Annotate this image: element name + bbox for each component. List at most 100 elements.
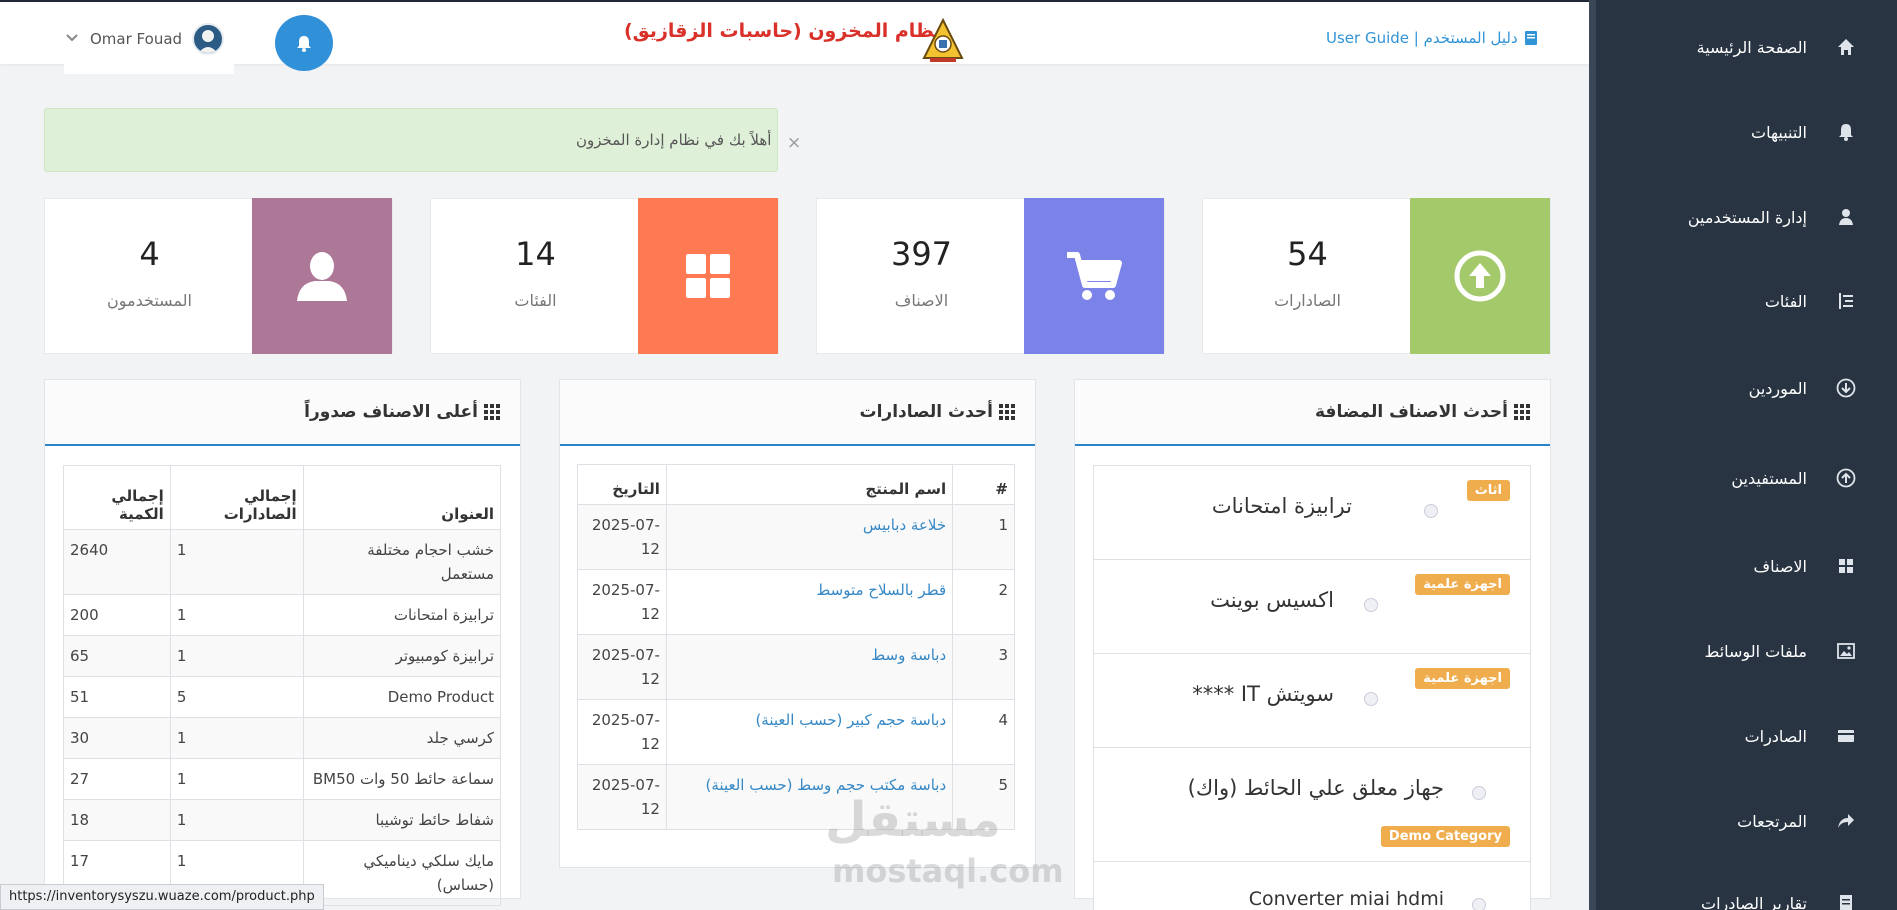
table-row: شفاط حائط توشيبا 1 18 (63, 799, 502, 841)
sidebar-item-label: الفئات (1764, 291, 1807, 311)
panel-title: أعلى الاصناف صدوراً (304, 402, 478, 422)
chevron-down-icon (64, 31, 80, 47)
table-row: Demo Product 5 51 (63, 676, 502, 718)
panel-title: أحدث الصادارات (859, 402, 994, 422)
stat-card-exports[interactable]: 54 الصادارات (1202, 198, 1551, 354)
item-name: اكسيس بوينت (1210, 588, 1334, 612)
image-icon (1424, 504, 1438, 518)
table-cell: 1 (169, 717, 304, 759)
list-indent-icon (1835, 290, 1857, 312)
image-icon (1364, 692, 1378, 706)
stat-label: المستخدمون (107, 291, 192, 310)
user-icon (297, 252, 347, 301)
item-name: جهاز معلق علي الحائط (واك) (1187, 776, 1444, 800)
list-item[interactable]: اجهزة علمية اكسيس بوينت (1093, 559, 1531, 654)
panel-header: أحدث الاصناف المضافة (1075, 380, 1550, 446)
close-icon[interactable]: × (787, 133, 801, 153)
sidebar-item-exports[interactable]: الصادرات (1596, 701, 1897, 771)
table-row: خشب احجام مختلفة مستعمل 1 2640 (63, 529, 502, 595)
watermark-logo: مستقل (825, 792, 1001, 848)
column-header: إجمالي الكمية (63, 465, 171, 530)
column-header: إجمالي الصادارات (169, 465, 304, 530)
arrow-up-circle-icon (1835, 467, 1857, 489)
alert-message: أهلاً بك في نظام إدارة المخزون (576, 131, 772, 149)
list-item[interactable]: اثاث ترابيزة امتحانات (1093, 465, 1531, 560)
table-cell: 2640 (63, 529, 171, 595)
table-cell: 1 (169, 594, 304, 636)
stat-icon-box (638, 198, 778, 354)
notifications-button[interactable] (275, 15, 333, 71)
table-row: سماعة حائط 50 وات BM50 1 27 (63, 758, 502, 800)
table-cell: 2025-07-12 (577, 504, 667, 570)
table-cell: 3 (952, 634, 1015, 700)
product-link[interactable]: خلاعة دبابيس (665, 504, 954, 570)
table-cell: 1 (169, 758, 304, 800)
sidebar-item-home[interactable]: الصفحة الرئيسية (1596, 12, 1897, 82)
sidebar-item-products[interactable]: الاصناف (1596, 531, 1897, 601)
stat-value: 4 (139, 235, 160, 273)
user-guide-link[interactable]: User Guide | دليل المستخدم (1326, 29, 1538, 47)
cart-icon (1067, 252, 1122, 300)
table-cell: 2025-07-12 (577, 634, 667, 700)
image-icon (1835, 640, 1857, 662)
user-menu[interactable]: Omar Fouad (64, 4, 234, 74)
sidebar-item-media[interactable]: ملفات الوسائط (1596, 616, 1897, 686)
stat-card-items[interactable]: 397 الاصناف (816, 198, 1165, 354)
product-link[interactable]: دباسة وسط (665, 634, 954, 700)
bell-icon (1835, 121, 1857, 143)
table-cell: 5 (169, 676, 304, 718)
table-cell: 2 (952, 569, 1015, 635)
table-cell: 30 (63, 717, 171, 759)
stat-card-categories[interactable]: 14 الفئات (430, 198, 779, 354)
table-cell: Demo Product (302, 676, 502, 718)
th-icon (1514, 404, 1530, 420)
list-item[interactable]: اجهزة علمية سويتش IT **** (1093, 653, 1531, 748)
table-row: كرسي جلد 1 30 (63, 717, 502, 759)
sidebar-item-label: ملفات الوسائط (1704, 641, 1808, 661)
sidebar-item-alerts[interactable]: التنبيهات (1596, 97, 1897, 167)
stat-card-users[interactable]: 4 المستخدمون (44, 198, 393, 354)
item-name: ترابيزة امتحانات (1211, 494, 1352, 518)
avatar (192, 23, 225, 55)
sidebar-item-returns[interactable]: المرتجعات (1596, 786, 1897, 856)
table-cell: 65 (63, 635, 171, 677)
list-item[interactable]: Converter miai hdmi (1093, 861, 1531, 910)
table-cell: خشب احجام مختلفة مستعمل (302, 529, 502, 595)
column-header: # (952, 464, 1015, 505)
sidebar-item-suppliers[interactable]: الموردين (1596, 353, 1897, 423)
product-link[interactable]: دباسة حجم كبير (حسب العينة) (665, 699, 954, 765)
category-badge: اثاث (1466, 480, 1510, 501)
stat-label: الفئات (514, 291, 557, 310)
stat-icon-box (252, 198, 392, 354)
university-logo-icon (922, 17, 964, 64)
table-row: ترابيزة كومبيوتر 1 65 (63, 635, 502, 677)
share-icon (1835, 810, 1857, 832)
category-badge: اجهزة علمية (1415, 668, 1510, 689)
table-cell: 2025-07-12 (577, 764, 667, 830)
user-icon (1835, 206, 1857, 228)
arrow-up-circle-icon (1454, 250, 1506, 302)
latest-exports-table: # اسم المنتج التاريخ 1 خلاعة دبابيس 2025-0… (577, 464, 1015, 830)
panel-header: أعلى الاصناف صدوراً (45, 380, 520, 446)
table-cell: 27 (63, 758, 171, 800)
table-cell: 51 (63, 676, 171, 718)
sidebar-item-users[interactable]: إدارة المستخدمين (1596, 182, 1897, 252)
top-bar: Omar Fouad نظام المخزون (حاسبات الزقازيق… (0, 0, 1589, 74)
stat-value: 14 (515, 235, 556, 273)
sidebar-item-beneficiaries[interactable]: المستفيدين (1596, 443, 1897, 513)
product-link[interactable]: قطر بالسلاح متوسط (665, 569, 954, 635)
home-icon (1835, 36, 1857, 58)
sidebar-item-categories[interactable]: الفئات (1596, 266, 1897, 336)
grid-icon (686, 254, 730, 298)
table-cell: سماعة حائط 50 وات BM50 (302, 758, 502, 800)
table-cell: ترابيزة امتحانات (302, 594, 502, 636)
list-item[interactable]: جهاز معلق علي الحائط (واك) Demo Category (1093, 747, 1531, 862)
sidebar-item-label: إدارة المستخدمين (1687, 207, 1807, 227)
top-items-table: العنوان إجمالي الصادارات إجمالي الكمية خ… (63, 465, 502, 906)
image-icon (1472, 786, 1486, 800)
table-row: ترابيزة امتحانات 1 200 (63, 594, 502, 636)
sidebar-item-export-reports[interactable]: تقارير الصادرات (1596, 868, 1897, 910)
user-guide-label: User Guide | دليل المستخدم (1326, 29, 1518, 47)
table-cell: مايك سلكي ديناميكي (حساس) (302, 840, 502, 906)
welcome-alert: أهلاً بك في نظام إدارة المخزون × (44, 108, 801, 172)
